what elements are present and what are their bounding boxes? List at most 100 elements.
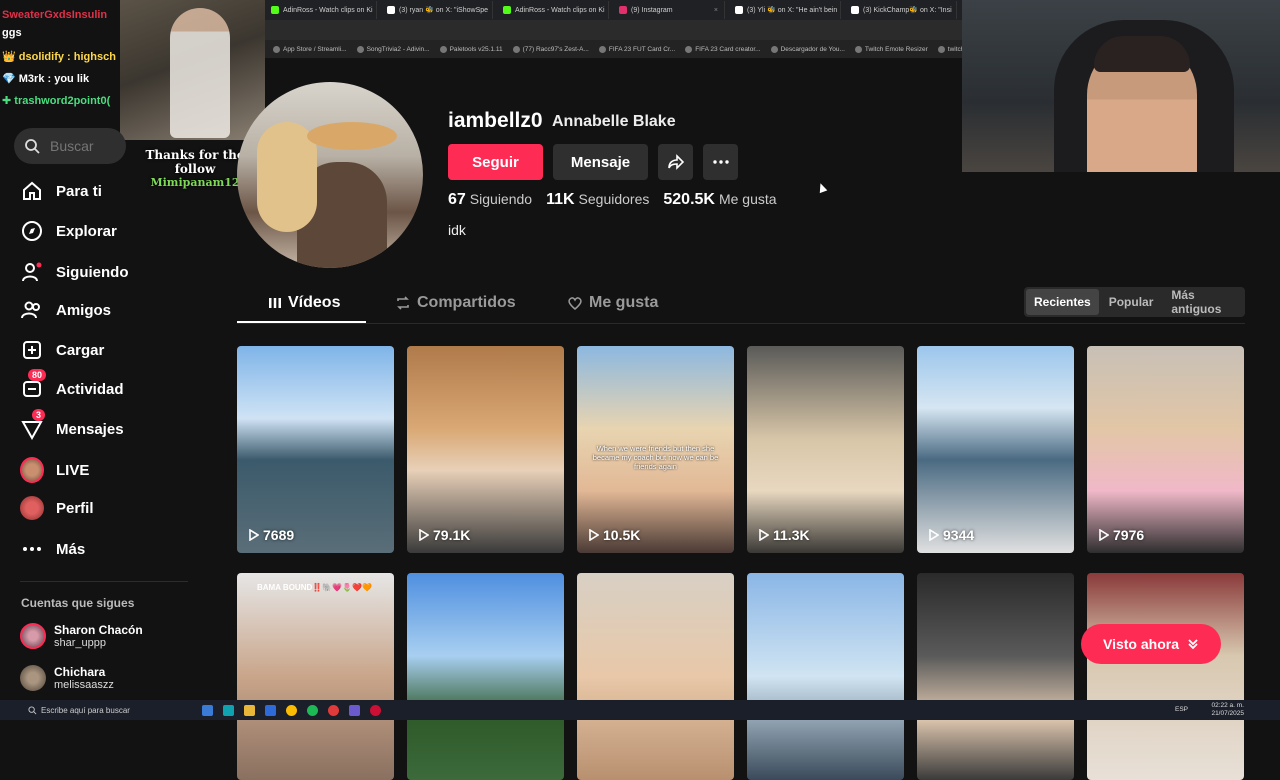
- spotify-icon[interactable]: [307, 705, 318, 716]
- search-input[interactable]: [48, 137, 118, 155]
- video-thumbnail[interactable]: [577, 573, 734, 780]
- video-thumbnail[interactable]: BAMA BOUND‼️🐘💗🌷❤️🧡: [237, 573, 394, 780]
- video-thumbnail[interactable]: 11.3K: [747, 346, 904, 553]
- nav-for-you[interactable]: Para ti: [20, 176, 102, 206]
- play-icon: [759, 529, 769, 541]
- video-thumbnail[interactable]: 7976: [1087, 346, 1244, 553]
- ellipsis-icon: [712, 153, 730, 171]
- browser-tab[interactable]: AdinRoss - Watch clips on Ki×: [497, 1, 609, 19]
- nav-messages[interactable]: 3 Mensajes: [20, 414, 124, 444]
- browser-tab[interactable]: (3) KickChamp🐝 on X: "Insi×: [845, 1, 957, 19]
- task-view-icon[interactable]: [202, 705, 213, 716]
- nav-following[interactable]: Siguiendo: [20, 257, 129, 287]
- bookmark-item[interactable]: Twitch Emote Resizer: [855, 46, 928, 53]
- video-thumbnail[interactable]: When we were friends but then she became…: [577, 346, 734, 553]
- nav-friends[interactable]: Amigos: [20, 295, 111, 325]
- following-stat[interactable]: 67Siguiendo: [448, 191, 532, 209]
- play-icon: [1099, 529, 1109, 541]
- taskbar-clock[interactable]: 02:22 a. m. 21/07/2025: [1211, 702, 1244, 718]
- nav-live[interactable]: LIVE: [20, 455, 89, 485]
- tab-liked[interactable]: Me gusta: [567, 294, 658, 312]
- tab-reposts[interactable]: Compartidos: [395, 294, 516, 312]
- bookmark-item[interactable]: Descargador de You...: [771, 46, 845, 53]
- taskbar-language[interactable]: ESP: [1175, 706, 1188, 713]
- following-account-item[interactable]: Chicharamelissaaszz: [20, 665, 114, 691]
- activity-badge: 80: [28, 369, 46, 381]
- upload-plus-icon: [20, 338, 44, 362]
- following-account-item[interactable]: Sharon Chacónshar_uppp: [20, 623, 143, 649]
- close-tab-icon[interactable]: ×: [956, 7, 957, 14]
- file-explorer-icon[interactable]: [244, 705, 255, 716]
- search-box[interactable]: [14, 128, 126, 164]
- nav-profile[interactable]: Perfil: [20, 493, 94, 523]
- nav-activity[interactable]: 80 Actividad: [20, 374, 124, 404]
- video-thumbnail[interactable]: 9344: [917, 346, 1074, 553]
- video-thumbnail[interactable]: [747, 573, 904, 780]
- active-tab-indicator: [237, 321, 366, 323]
- opera-icon[interactable]: [370, 705, 381, 716]
- video-thumbnail[interactable]: [1087, 573, 1244, 780]
- video-thumbnail[interactable]: [917, 573, 1074, 780]
- sort-popular[interactable]: Popular: [1101, 289, 1162, 315]
- view-count: 79.1K: [419, 527, 470, 543]
- tab-favicon: [503, 6, 511, 14]
- search-icon: [28, 706, 37, 715]
- bookmark-item[interactable]: twitch emote resizer...: [938, 46, 963, 53]
- taskbar-search[interactable]: Escribe aquí para buscar: [28, 706, 188, 715]
- likes-stat: 520.5KMe gusta: [663, 191, 776, 209]
- profile-avatar-icon: [20, 496, 44, 520]
- bookmark-item[interactable]: App Store / Streamli...: [273, 46, 347, 53]
- share-button[interactable]: [658, 144, 693, 180]
- followers-stat[interactable]: 11KSeguidores: [546, 191, 649, 209]
- grid-bars-icon: [268, 296, 282, 310]
- browser-tab[interactable]: (3) Yli 🐝 on X: "He ain't bein×: [729, 1, 841, 19]
- message-button[interactable]: Mensaje: [553, 144, 648, 180]
- view-count: 9344: [929, 527, 974, 543]
- sort-oldest[interactable]: Más antiguos: [1163, 289, 1243, 315]
- stream-chat-overlay: SweaterGxdsInsulin ggs 👑 dsolidify : hig…: [0, 0, 125, 115]
- view-count: 7976: [1099, 527, 1144, 543]
- follow-button[interactable]: Seguir: [448, 144, 543, 180]
- sort-recent[interactable]: Recientes: [1026, 289, 1099, 315]
- app-icon[interactable]: [349, 705, 360, 716]
- close-tab-icon[interactable]: ×: [714, 7, 718, 14]
- activity-inbox-icon: 80: [20, 377, 44, 401]
- chat-line: ✚ trashword2point0(: [2, 94, 110, 107]
- browser-tab[interactable]: (9) Instagram×: [613, 1, 725, 19]
- bookmark-item[interactable]: SongTrivia2 - Adivin...: [357, 46, 430, 53]
- repost-icon: [395, 295, 411, 311]
- bookmark-favicon: [771, 46, 778, 53]
- bookmark-favicon: [513, 46, 520, 53]
- close-tab-icon[interactable]: ×: [492, 7, 493, 14]
- app-icon[interactable]: [328, 705, 339, 716]
- bookmark-item[interactable]: FIFA 23 FUT Card Cr...: [599, 46, 675, 53]
- video-thumbnail[interactable]: 7689: [237, 346, 394, 553]
- browser-tab[interactable]: AdinRoss - Watch clips on Ki×: [265, 1, 377, 19]
- tab-favicon: [735, 6, 743, 14]
- webcam-overlay-left: [120, 0, 265, 140]
- live-avatar: [20, 457, 44, 483]
- following-accounts-title: Cuentas que sigues: [21, 596, 134, 610]
- tab-videos[interactable]: Vídeos: [268, 294, 340, 312]
- bookmark-item[interactable]: (77) Racc97's Zest-A...: [513, 46, 589, 53]
- video-thumbnail[interactable]: 79.1K: [407, 346, 564, 553]
- outlook-icon[interactable]: [265, 705, 276, 716]
- view-count: 10.5K: [589, 527, 640, 543]
- edge-icon[interactable]: [223, 705, 234, 716]
- nav-upload[interactable]: Cargar: [20, 335, 104, 365]
- video-overlay-text: When we were friends but then she became…: [587, 444, 724, 471]
- sidebar-divider: [20, 581, 188, 582]
- video-thumbnail[interactable]: [407, 573, 564, 780]
- bookmark-item[interactable]: Paletools v25.1.11: [440, 46, 503, 53]
- more-options-button[interactable]: [703, 144, 738, 180]
- bookmark-item[interactable]: FIFA 23 Card creator...: [685, 46, 760, 53]
- chrome-icon[interactable]: [286, 705, 297, 716]
- nav-explore[interactable]: Explorar: [20, 216, 117, 246]
- profile-stats: 67Siguiendo 11KSeguidores 520.5KMe gusta: [448, 191, 777, 209]
- video-caption: BAMA BOUND‼️🐘💗🌷❤️🧡: [257, 583, 372, 592]
- nav-more[interactable]: Más: [20, 534, 85, 564]
- watched-now-button[interactable]: Visto ahora: [1081, 624, 1221, 664]
- browser-tab[interactable]: (3) ryan 🐝 on X: "iShowSpe×: [381, 1, 493, 19]
- bookmark-favicon: [273, 46, 280, 53]
- profile-avatar: [237, 82, 423, 268]
